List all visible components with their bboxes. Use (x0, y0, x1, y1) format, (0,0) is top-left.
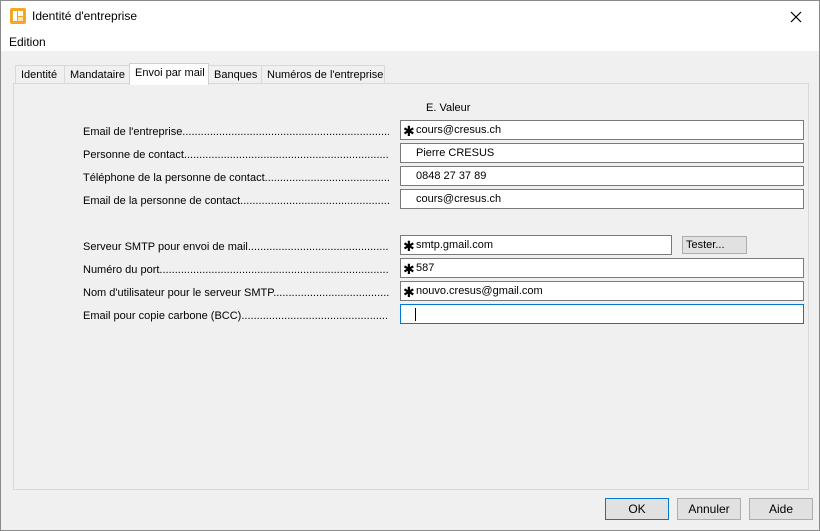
menu-edition[interactable]: Edition (9, 35, 46, 49)
label-email-bcc: Email pour copie carbone (BCC)..........… (83, 310, 389, 322)
required-marker: ✱ (403, 284, 415, 300)
app-icon (10, 8, 26, 24)
cancel-button[interactable]: Annuler (677, 498, 741, 520)
label-telephone-contact: Téléphone de la personne de contact.....… (83, 172, 389, 184)
ok-button[interactable]: OK (605, 498, 669, 520)
field-value: 0848 27 37 89 (416, 170, 487, 182)
title-bar: Identité d'entreprise (1, 1, 819, 32)
email-bcc-field[interactable] (400, 304, 804, 324)
window-title: Identité d'entreprise (32, 9, 138, 23)
label-personne-contact: Personne de contact.....................… (83, 149, 389, 161)
label-email-entreprise: Email de l'entreprise...................… (83, 126, 389, 138)
email-contact-field[interactable]: cours@cresus.ch (400, 189, 804, 209)
close-button[interactable] (773, 1, 819, 32)
field-value: smtp.gmail.com (416, 239, 494, 251)
tab-identite[interactable]: Identité (15, 65, 65, 84)
dialog-window: Identité d'entreprise Edition Identité M… (0, 0, 820, 531)
tab-numeros-entreprise[interactable]: Numéros de l'entreprise (261, 65, 385, 84)
close-icon (790, 11, 802, 22)
tab-banques[interactable]: Banques (208, 65, 262, 84)
label-serveur-smtp: Serveur SMTP pour envoi de mail.........… (83, 241, 389, 253)
field-value: nouvo.cresus@gmail.com (416, 285, 543, 297)
required-marker: ✱ (403, 123, 415, 139)
help-button[interactable]: Aide (749, 498, 813, 520)
email-entreprise-field[interactable]: ✱ cours@cresus.ch (400, 120, 804, 140)
column-header-value: E. Valeur (426, 102, 471, 114)
numero-port-field[interactable]: ✱ 587 (400, 258, 804, 278)
label-utilisateur-smtp: Nom d'utilisateur pour le serveur SMTP..… (83, 287, 389, 299)
tester-button[interactable]: Tester... (682, 236, 747, 254)
field-value: cours@cresus.ch (416, 193, 502, 205)
tab-envoi-par-mail[interactable]: Envoi par mail (129, 63, 209, 85)
telephone-contact-field[interactable]: 0848 27 37 89 (400, 166, 804, 186)
required-marker: ✱ (403, 238, 415, 254)
label-numero-port: Numéro du port..........................… (83, 264, 389, 276)
utilisateur-smtp-field[interactable]: ✱ nouvo.cresus@gmail.com (400, 281, 804, 301)
tab-mandataire[interactable]: Mandataire (64, 65, 130, 84)
serveur-smtp-field[interactable]: ✱ smtp.gmail.com (400, 235, 672, 255)
text-caret (415, 308, 416, 321)
personne-contact-field[interactable]: Pierre CRESUS (400, 143, 804, 163)
label-email-contact: Email de la personne de contact.........… (83, 195, 389, 207)
field-value: Pierre CRESUS (416, 147, 495, 159)
menu-bar: Edition (1, 32, 819, 51)
required-marker: ✱ (403, 261, 415, 277)
field-value: cours@cresus.ch (416, 124, 502, 136)
field-value: 587 (416, 262, 435, 274)
